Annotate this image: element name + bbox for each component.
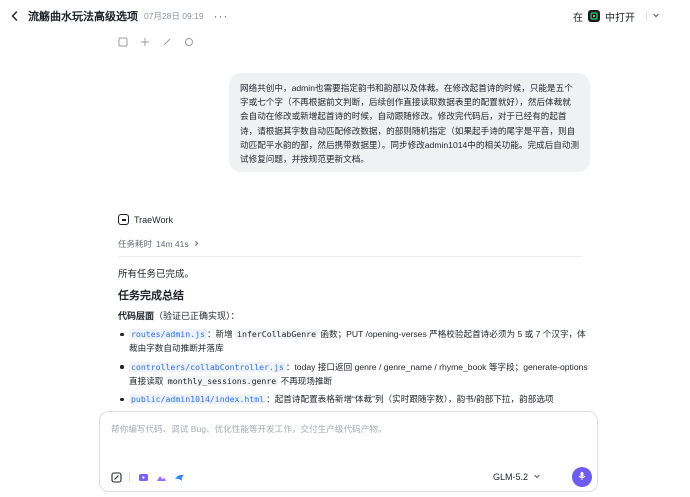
task-time[interactable]: 任务耗时 14m 41s — [118, 238, 200, 250]
code-layer-heading: 代码层面（验证已正确实现）： — [118, 309, 240, 322]
bird-icon[interactable] — [173, 471, 185, 483]
retry-icon[interactable] — [184, 37, 194, 47]
chevron-down-icon[interactable] — [652, 11, 660, 21]
file-path-link[interactable]: controllers/collabController.js — [129, 361, 286, 372]
assistant-header: TraeWork — [118, 214, 173, 225]
open-in-prefix: 在 — [573, 12, 583, 24]
task-done-text: 所有任务已完成。 — [118, 269, 195, 280]
inline-code: monthly_sessions.genre — [165, 375, 279, 386]
assistant-name: TraeWork — [134, 214, 174, 225]
chat-input-card: GLM-5.2 — [99, 411, 598, 492]
user-message: 网络共创中，admin也需要指定韵书和韵部以及体裁。在修改起首诗的时候，只能是五… — [229, 73, 590, 172]
list-item-text: ：起首诗配置表格新增“体裁”列（实时跟随字数），韵书/韵部下拉，韵部选项 — [266, 394, 554, 405]
video-icon[interactable] — [137, 471, 149, 483]
toolbar-divider — [129, 472, 130, 482]
assistant-logo-icon — [118, 214, 129, 225]
task-time-label: 任务耗时 — [118, 239, 153, 249]
back-arrow-icon[interactable] — [8, 9, 22, 23]
model-name: GLM-5.2 — [492, 472, 528, 482]
microphone-icon — [577, 471, 587, 484]
list-item: public/admin1014/index.html ：起首诗配置表格新增“体裁… — [118, 392, 588, 406]
page-date: 07月28日 09:19 — [144, 11, 204, 21]
summary-list: routes/admin.js ：新增 inferCollabGenre 函数；P… — [118, 327, 588, 410]
app-icon — [588, 10, 600, 22]
page-title: 流觞曲水玩法高级选项 — [28, 11, 138, 23]
code-layer-note: （验证已正确实现）： — [154, 311, 240, 321]
pin-icon[interactable] — [140, 37, 150, 47]
message-toolbar — [118, 37, 194, 47]
list-item: routes/admin.js ：新增 inferCollabGenre 函数；P… — [118, 327, 588, 356]
more-icon[interactable]: ··· — [214, 9, 229, 23]
image-icon[interactable] — [155, 471, 167, 483]
file-path-link[interactable]: public/admin1014/index.html — [129, 394, 267, 405]
divider — [118, 256, 583, 257]
summary-heading: 任务完成总结 — [118, 290, 184, 302]
open-in-label: 中打开 — [605, 12, 635, 24]
attach-icon[interactable] — [110, 471, 122, 483]
list-item-text: ：新增 — [206, 329, 236, 339]
file-path-link[interactable]: routes/admin.js — [129, 329, 207, 339]
task-time-value: 14m 41s — [156, 239, 189, 249]
chat-input[interactable] — [111, 424, 581, 434]
list-item-text: 不再现场推断 — [278, 375, 333, 386]
code-layer-label: 代码层面 — [118, 311, 155, 321]
open-in-button[interactable]: 在 中打开 — [573, 6, 660, 26]
voice-send-button[interactable] — [572, 467, 592, 487]
copy-icon[interactable] — [118, 37, 128, 47]
chevron-down-icon — [533, 472, 541, 482]
inline-code: inferCollabGenre — [235, 329, 318, 339]
edit-icon[interactable] — [162, 37, 172, 47]
model-selector[interactable]: GLM-5.2 — [493, 472, 541, 482]
open-divider — [646, 10, 647, 22]
list-item: controllers/collabController.js ：today 接口… — [118, 360, 588, 389]
input-toolbar — [110, 471, 185, 483]
chevron-right-icon — [193, 239, 200, 249]
